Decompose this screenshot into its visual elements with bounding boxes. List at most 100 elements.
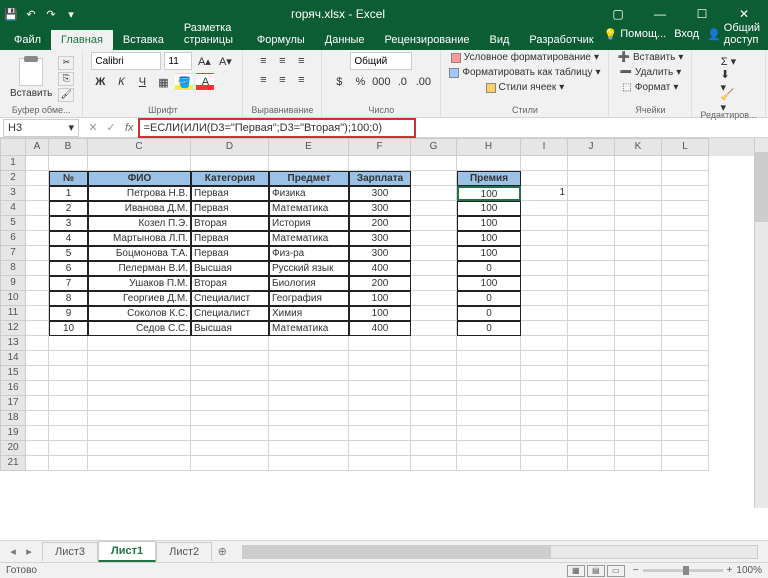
cell-K13[interactable] bbox=[615, 336, 662, 351]
cell-K19[interactable] bbox=[615, 426, 662, 441]
col-header-L[interactable]: L bbox=[662, 138, 709, 156]
cell-D7[interactable]: Первая bbox=[191, 246, 269, 261]
col-header-H[interactable]: H bbox=[457, 138, 521, 156]
cell-F10[interactable]: 100 bbox=[349, 291, 411, 306]
cell-D18[interactable] bbox=[191, 411, 269, 426]
cell-G16[interactable] bbox=[411, 381, 457, 396]
zoom-level[interactable]: 100% bbox=[736, 565, 762, 576]
cell-K15[interactable] bbox=[615, 366, 662, 381]
cell-E6[interactable]: Математика bbox=[269, 231, 349, 246]
cell-B13[interactable] bbox=[49, 336, 88, 351]
cell-H1[interactable] bbox=[457, 156, 521, 171]
cell-C3[interactable]: Петрова Н.В. bbox=[88, 186, 191, 201]
cell-K21[interactable] bbox=[615, 456, 662, 471]
cell-G1[interactable] bbox=[411, 156, 457, 171]
cell-C9[interactable]: Ушаков П.М. bbox=[88, 276, 191, 291]
cell-L5[interactable] bbox=[662, 216, 709, 231]
font-color-icon[interactable]: A bbox=[196, 73, 214, 91]
cell-L16[interactable] bbox=[662, 381, 709, 396]
cell-I3[interactable]: 1 bbox=[521, 186, 568, 201]
cell-I6[interactable] bbox=[521, 231, 568, 246]
cell-C10[interactable]: Георгиев Д.М. bbox=[88, 291, 191, 306]
cell-E19[interactable] bbox=[269, 426, 349, 441]
tab-developer[interactable]: Разработчик bbox=[519, 30, 603, 50]
cell-K5[interactable] bbox=[615, 216, 662, 231]
cell-F15[interactable] bbox=[349, 366, 411, 381]
cell-A3[interactable] bbox=[26, 186, 49, 201]
cell-J11[interactable] bbox=[568, 306, 615, 321]
cell-G21[interactable] bbox=[411, 456, 457, 471]
cell-B6[interactable]: 4 bbox=[49, 231, 88, 246]
sign-in[interactable]: Вход bbox=[674, 28, 699, 40]
underline-button[interactable]: Ч bbox=[133, 73, 151, 91]
cell-D9[interactable]: Вторая bbox=[191, 276, 269, 291]
cell-G18[interactable] bbox=[411, 411, 457, 426]
clear-icon[interactable]: 🧹▾ bbox=[719, 92, 737, 110]
italic-button[interactable]: К bbox=[112, 73, 130, 91]
cell-K4[interactable] bbox=[615, 201, 662, 216]
cell-L13[interactable] bbox=[662, 336, 709, 351]
cell-J18[interactable] bbox=[568, 411, 615, 426]
cell-L15[interactable] bbox=[662, 366, 709, 381]
cell-B12[interactable]: 10 bbox=[49, 321, 88, 336]
cell-F12[interactable]: 400 bbox=[349, 321, 411, 336]
cell-I21[interactable] bbox=[521, 456, 568, 471]
cell-A14[interactable] bbox=[26, 351, 49, 366]
cell-L11[interactable] bbox=[662, 306, 709, 321]
cell-F6[interactable]: 300 bbox=[349, 231, 411, 246]
cell-A5[interactable] bbox=[26, 216, 49, 231]
cell-I2[interactable] bbox=[521, 171, 568, 186]
cell-K17[interactable] bbox=[615, 396, 662, 411]
cell-I12[interactable] bbox=[521, 321, 568, 336]
cell-I8[interactable] bbox=[521, 261, 568, 276]
customize-qat-icon[interactable]: ▾ bbox=[64, 7, 78, 21]
cell-D1[interactable] bbox=[191, 156, 269, 171]
cell-C2[interactable]: ФИО bbox=[88, 171, 191, 186]
cell-A2[interactable] bbox=[26, 171, 49, 186]
font-size-select[interactable] bbox=[164, 52, 192, 70]
cell-H10[interactable]: 0 bbox=[457, 291, 521, 306]
cell-D12[interactable]: Высшая bbox=[191, 321, 269, 336]
add-sheet-icon[interactable]: ⊕ bbox=[212, 545, 232, 558]
cell-A10[interactable] bbox=[26, 291, 49, 306]
cell-J3[interactable] bbox=[568, 186, 615, 201]
cell-K2[interactable] bbox=[615, 171, 662, 186]
cell-G9[interactable] bbox=[411, 276, 457, 291]
cell-B5[interactable]: 3 bbox=[49, 216, 88, 231]
row-header-16[interactable]: 16 bbox=[0, 381, 26, 396]
cell-H13[interactable] bbox=[457, 336, 521, 351]
tab-view[interactable]: Вид bbox=[480, 30, 520, 50]
cell-K7[interactable] bbox=[615, 246, 662, 261]
cell-F5[interactable]: 200 bbox=[349, 216, 411, 231]
sheet-nav-last-icon[interactable]: ▸ bbox=[22, 545, 36, 558]
borders-icon[interactable]: ▦ bbox=[154, 73, 172, 91]
col-header-F[interactable]: F bbox=[349, 138, 411, 156]
cell-D4[interactable]: Первая bbox=[191, 201, 269, 216]
cell-L2[interactable] bbox=[662, 171, 709, 186]
fx-icon[interactable]: fx bbox=[125, 122, 134, 134]
cell-I5[interactable] bbox=[521, 216, 568, 231]
cell-I7[interactable] bbox=[521, 246, 568, 261]
select-all-corner[interactable] bbox=[0, 138, 26, 156]
row-header-1[interactable]: 1 bbox=[0, 156, 26, 171]
row-header-14[interactable]: 14 bbox=[0, 351, 26, 366]
sheet-tab-2[interactable]: Лист2 bbox=[156, 542, 212, 561]
cell-J5[interactable] bbox=[568, 216, 615, 231]
cell-H17[interactable] bbox=[457, 396, 521, 411]
cell-G20[interactable] bbox=[411, 441, 457, 456]
format-cells-button[interactable]: ⬚ Формат ▾ bbox=[622, 82, 678, 93]
row-header-9[interactable]: 9 bbox=[0, 276, 26, 291]
cell-G17[interactable] bbox=[411, 396, 457, 411]
cell-L17[interactable] bbox=[662, 396, 709, 411]
col-header-G[interactable]: G bbox=[411, 138, 457, 156]
cell-C15[interactable] bbox=[88, 366, 191, 381]
cell-D20[interactable] bbox=[191, 441, 269, 456]
cell-A7[interactable] bbox=[26, 246, 49, 261]
col-header-C[interactable]: C bbox=[88, 138, 191, 156]
align-center-icon[interactable]: ≡ bbox=[273, 71, 291, 89]
cell-F3[interactable]: 300 bbox=[349, 186, 411, 201]
cell-D11[interactable]: Специалист bbox=[191, 306, 269, 321]
cell-E17[interactable] bbox=[269, 396, 349, 411]
cell-E13[interactable] bbox=[269, 336, 349, 351]
cell-A18[interactable] bbox=[26, 411, 49, 426]
